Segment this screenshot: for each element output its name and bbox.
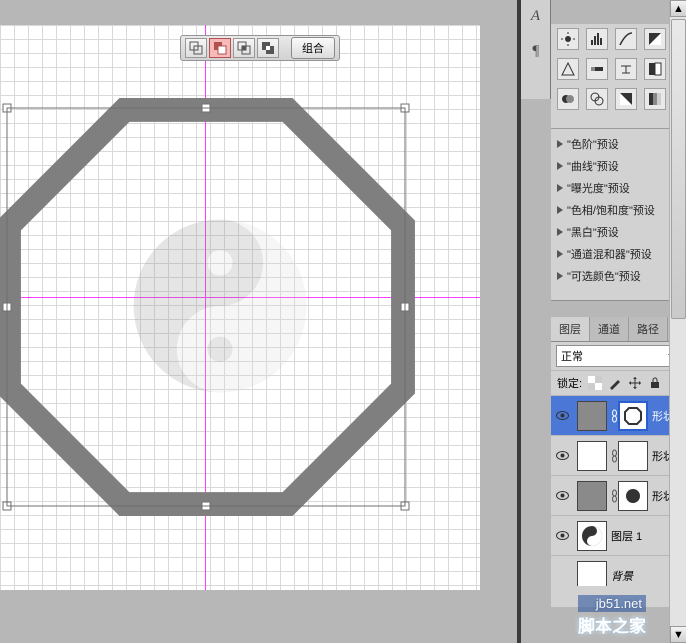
preset-label: "黑白"预设 [567, 224, 619, 240]
preset-hue[interactable]: "色相/饱和度"预设 [551, 199, 686, 221]
link-icon [611, 489, 618, 503]
path-options-bar: 组合 [180, 35, 340, 61]
octagon-shape[interactable] [7, 108, 405, 506]
adjustments-panel [551, 24, 686, 129]
blend-mode-dropdown[interactable]: 正常 [556, 345, 681, 367]
layer-row[interactable]: 形状 [551, 476, 686, 516]
preset-label: "色相/饱和度"预设 [567, 202, 655, 218]
expand-icon [557, 140, 563, 148]
preset-selective[interactable]: "可选颜色"预设 [551, 265, 686, 287]
paragraph-panel-icon[interactable]: ¶ [532, 43, 540, 60]
vertical-scrollbar[interactable]: ▲ ▼ [669, 0, 686, 643]
tab-channels[interactable]: 通道 [590, 317, 629, 341]
invert-icon[interactable] [615, 88, 637, 110]
visibility-icon[interactable] [556, 451, 569, 460]
combine-button[interactable]: 组合 [291, 37, 335, 59]
visibility-icon[interactable] [556, 531, 569, 540]
lock-label: 锁定: [557, 375, 582, 391]
layer-thumbnail[interactable] [577, 441, 607, 471]
expand-icon [557, 184, 563, 192]
presets-panel: "色阶"预设 "曲线"预设 "曝光度"预设 "色相/饱和度"预设 "黑白"预设 … [551, 129, 686, 301]
canvas-area[interactable]: 组合 [0, 0, 519, 643]
channelmix-icon[interactable] [586, 88, 608, 110]
expand-icon [557, 250, 563, 258]
layer-thumbnail[interactable] [577, 521, 607, 551]
character-panel-icon[interactable]: A [531, 8, 540, 25]
path-op-add-icon[interactable] [185, 38, 207, 58]
collapsed-panel-tabs: A ¶ [521, 0, 551, 99]
layer-row[interactable]: 形状 [551, 436, 686, 476]
watermark-brand: 脚本之家 [578, 612, 646, 637]
color-balance-icon[interactable] [615, 58, 637, 80]
photofilter-icon[interactable] [557, 88, 579, 110]
posterize-icon[interactable] [644, 88, 666, 110]
brightness-icon[interactable] [557, 28, 579, 50]
blend-mode-value: 正常 [561, 348, 583, 364]
expand-icon [557, 272, 563, 280]
right-panels: A ¶ "色阶"预设 "曲线"预设 "曝光度"预设 "色相/饱和度"预设 "黑白… [521, 0, 686, 643]
curves-icon[interactable] [615, 28, 637, 50]
vector-mask-thumbnail[interactable] [618, 481, 648, 511]
lock-all-icon[interactable] [648, 376, 662, 390]
layer-row[interactable]: 图层 1 [551, 516, 686, 556]
path-op-exclude-icon[interactable] [257, 38, 279, 58]
scrollbar-thumb[interactable] [671, 19, 686, 319]
vector-mask-thumbnail[interactable] [618, 441, 648, 471]
lock-row: 锁定: [551, 371, 686, 396]
levels-icon[interactable] [586, 28, 608, 50]
preset-label: "色阶"预设 [567, 136, 619, 152]
scroll-up-icon[interactable]: ▲ [670, 0, 686, 17]
path-op-intersect-icon[interactable] [233, 38, 255, 58]
visibility-icon[interactable] [556, 491, 569, 500]
watermark: jb51.net 脚本之家 [578, 595, 646, 637]
layer-name: 背景 [611, 568, 633, 584]
preset-exposure[interactable]: "曝光度"预设 [551, 177, 686, 199]
watermark-url: jb51.net [578, 595, 646, 612]
preset-channelmix[interactable]: "通道混和器"预设 [551, 243, 686, 265]
lock-brush-icon[interactable] [608, 376, 622, 390]
visibility-icon[interactable] [556, 411, 569, 420]
layer-thumbnail[interactable] [577, 401, 607, 431]
preset-label: "曝光度"预设 [567, 180, 630, 196]
layer-list: 形状 形状 形状 图层 1 [551, 396, 686, 586]
preset-label: "通道混和器"预设 [567, 246, 652, 262]
exposure-icon[interactable] [644, 28, 666, 50]
expand-icon [557, 206, 563, 214]
link-icon [611, 449, 618, 463]
preset-label: "可选颜色"预设 [567, 268, 641, 284]
layer-row[interactable]: 背景 [551, 556, 686, 586]
bw-icon[interactable] [644, 58, 666, 80]
vibrance-icon[interactable] [557, 58, 579, 80]
layer-row[interactable]: 形状 [551, 396, 686, 436]
link-icon [611, 409, 618, 423]
expand-icon [557, 162, 563, 170]
hue-icon[interactable] [586, 58, 608, 80]
preset-bw[interactable]: "黑白"预设 [551, 221, 686, 243]
layer-thumbnail[interactable] [577, 481, 607, 511]
layers-panel-tabs: 图层 通道 路径 [551, 317, 686, 342]
layer-thumbnail[interactable] [577, 561, 607, 587]
path-op-subtract-icon[interactable] [209, 38, 231, 58]
preset-curves[interactable]: "曲线"预设 [551, 155, 686, 177]
layer-name: 图层 1 [611, 528, 642, 544]
lock-move-icon[interactable] [628, 376, 642, 390]
preset-label: "曲线"预设 [567, 158, 619, 174]
layers-panel: 图层 通道 路径 正常 锁定: 形状 [551, 317, 686, 607]
vector-mask-thumbnail[interactable] [618, 401, 648, 431]
tab-paths[interactable]: 路径 [629, 317, 668, 341]
expand-icon [557, 228, 563, 236]
scroll-down-icon[interactable]: ▼ [670, 626, 686, 643]
tab-layers[interactable]: 图层 [551, 317, 590, 341]
lock-transparency-icon[interactable] [588, 376, 602, 390]
preset-levels[interactable]: "色阶"预设 [551, 133, 686, 155]
